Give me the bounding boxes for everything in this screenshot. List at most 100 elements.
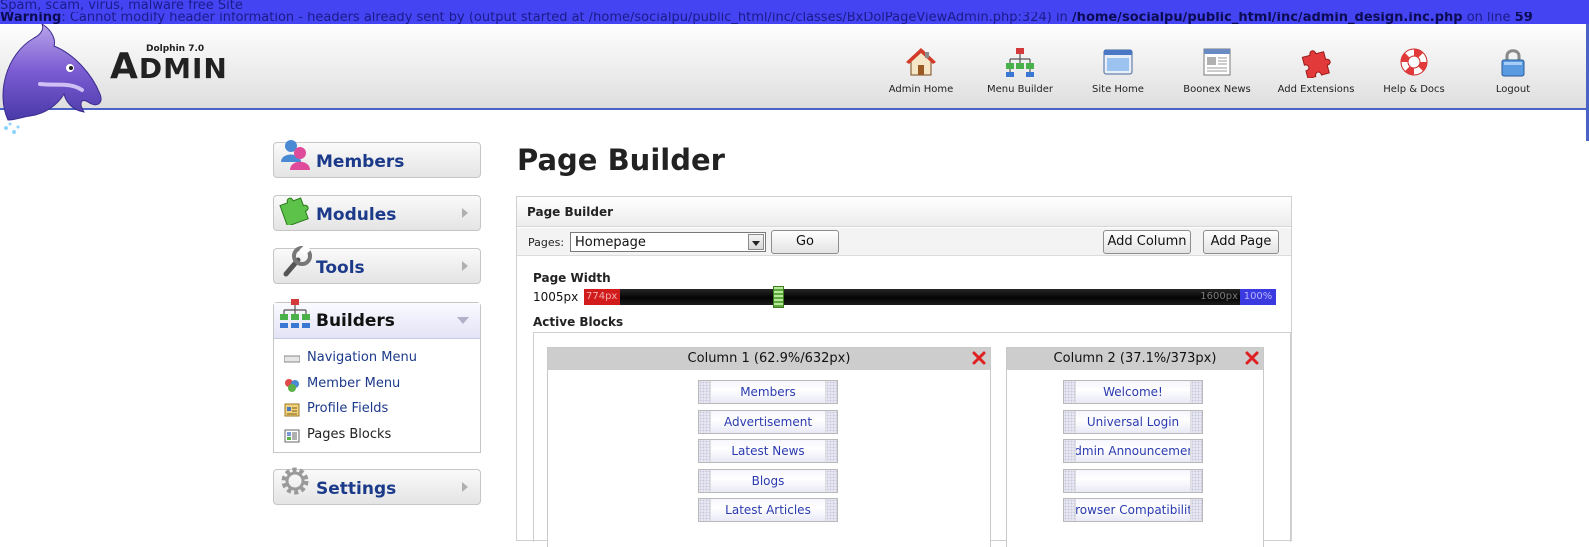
topnav-label: Site Home (1092, 84, 1144, 95)
topnav-label: Admin Home (888, 84, 954, 95)
gear-icon (281, 467, 309, 495)
pages-select[interactable]: Homepage (570, 232, 766, 252)
chevron-right-icon (462, 482, 468, 492)
drag-grip (825, 470, 837, 492)
block-label: Latest Articles (725, 503, 811, 517)
page-width-label: Page Width (533, 271, 611, 285)
drag-grip (825, 381, 837, 403)
sidebar-tools[interactable]: Tools (273, 244, 481, 284)
topnav-admin-home[interactable]: Admin Home (876, 46, 966, 95)
pages-select-value: Homepage (575, 235, 646, 250)
add-page-button[interactable]: Add Page (1203, 230, 1279, 254)
block-item[interactable]: Admin Announcement (1063, 439, 1203, 463)
block-item[interactable]: Welcome! (1063, 380, 1203, 404)
topnav-add-extensions[interactable]: Add Extensions (1271, 46, 1361, 95)
drag-grip (1190, 440, 1202, 462)
block-item[interactable]: Latest Articles (698, 498, 838, 522)
sidebar-settings[interactable]: Settings (273, 467, 481, 505)
go-button[interactable]: Go (771, 230, 839, 254)
block-item[interactable]: Universal Login (1063, 410, 1203, 434)
block-item[interactable] (1063, 469, 1203, 493)
block-item[interactable]: Latest News (698, 439, 838, 463)
column-header: Column 1 (62.9%/632px) (548, 348, 990, 370)
php-warning-bar: Spam, scam, virus, malware free Site War… (0, 0, 1589, 24)
block-item[interactable]: Advertisement (698, 410, 838, 434)
slider-handle[interactable] (772, 286, 784, 308)
topnav-label: Help & Docs (1383, 84, 1445, 95)
drag-grip (825, 499, 837, 521)
block-label: Admin Announcement (1066, 444, 1200, 458)
topnav-logout[interactable]: Logout (1468, 46, 1558, 95)
drag-grip (1190, 470, 1202, 492)
page-builder-panel: Page Builder Pages: Homepage Go Add Colu… (516, 196, 1292, 547)
brand-rest: DMIN (138, 52, 228, 85)
sidebar-builders-label: Builders (316, 311, 395, 331)
drag-grip (825, 411, 837, 433)
sidebar-item-label: Member Menu (307, 376, 401, 391)
page-width-slider[interactable]: 774px 1600px 100% (584, 286, 1276, 308)
sidebar-item-label: Profile Fields (307, 401, 389, 416)
sidebar-modules[interactable]: Modules (273, 195, 481, 231)
block-label: Blogs (751, 474, 785, 488)
column-header: Column 2 (37.1%/373px) (1007, 348, 1263, 370)
block-label: Members (740, 385, 796, 399)
warning-message: : Cannot modify header information - hea… (61, 12, 1072, 24)
browser-window-icon (1103, 49, 1133, 75)
block-label: Welcome! (1103, 385, 1163, 399)
sidebar-tools-label: Tools (316, 258, 365, 278)
block-item[interactable]: Blogs (698, 469, 838, 493)
drag-grip (1064, 381, 1076, 403)
drag-grip (699, 411, 711, 433)
topnav-menu-builder[interactable]: Menu Builder (975, 46, 1065, 95)
topnav-help-docs[interactable]: Help & Docs (1369, 46, 1459, 95)
sitemap-icon (1006, 48, 1034, 77)
wrench-icon (283, 244, 312, 277)
dolphin-logo-icon (2, 24, 102, 134)
chevron-right-icon (462, 208, 468, 218)
page-builder-toolbar: Pages: Homepage Go Add Column Add Page (517, 228, 1291, 256)
page-title: Page Builder (517, 143, 725, 177)
slider-max-label: 100% (1240, 289, 1276, 305)
sidebar-builders[interactable]: Builders (274, 299, 480, 339)
column-header-label: Column 1 (62.9%/632px) (687, 351, 851, 366)
warning-line-2: Warning: Cannot modify header informatio… (0, 12, 1589, 24)
puzzle-icon (1301, 50, 1331, 78)
warning-line-number: 59 (1514, 12, 1533, 24)
panel-header: Page Builder (517, 197, 1291, 227)
sidebar-modules-label: Modules (316, 205, 397, 225)
topnav-label: Logout (1495, 84, 1531, 95)
drag-grip (1064, 470, 1076, 492)
add-column-button[interactable]: Add Column (1103, 230, 1191, 254)
block-item[interactable]: Members (698, 380, 838, 404)
drag-grip (699, 499, 711, 521)
drag-grip (1190, 381, 1202, 403)
select-arrow-icon (748, 234, 764, 250)
slider-max-px-label: 1600px (1200, 291, 1238, 302)
topnav-site-home[interactable]: Site Home (1073, 46, 1163, 95)
panel-title: Page Builder (527, 205, 614, 219)
topnav-label: Menu Builder (986, 84, 1053, 95)
active-blocks-label: Active Blocks (533, 315, 624, 329)
column-header-label: Column 2 (37.1%/373px) (1053, 351, 1217, 366)
sidebar-members-label: Members (316, 152, 405, 172)
sidebar-builders-section: Builders Navigation Menu Member Menu Pro… (273, 299, 481, 453)
topnav-boonex-news[interactable]: Boonex News (1172, 46, 1262, 95)
delete-column-icon[interactable] (972, 351, 986, 365)
block-label: Advertisement (723, 415, 813, 429)
sidebar-members[interactable]: Members (273, 140, 481, 178)
drag-grip (699, 470, 711, 492)
drag-grip (1064, 440, 1076, 462)
block-label: Universal Login (1086, 415, 1180, 429)
warning-on-line: on line (1462, 12, 1515, 24)
drag-grip (1064, 411, 1076, 433)
drag-grip (699, 440, 711, 462)
warning-line-1: Spam, scam, virus, malware free Site (0, 0, 243, 12)
drag-grip (825, 440, 837, 462)
drag-grip (1064, 499, 1076, 521)
topnav-label: Add Extensions (1277, 84, 1355, 95)
sidebar-settings-label: Settings (316, 479, 397, 499)
block-item[interactable]: Browser Compatibility (1063, 498, 1203, 522)
delete-column-icon[interactable] (1245, 351, 1259, 365)
column-2: Column 2 (37.1%/373px) Welcome! Universa… (1006, 347, 1264, 547)
warning-file: /home/socialpu/public_html/inc/admin_des… (1071, 12, 1463, 24)
